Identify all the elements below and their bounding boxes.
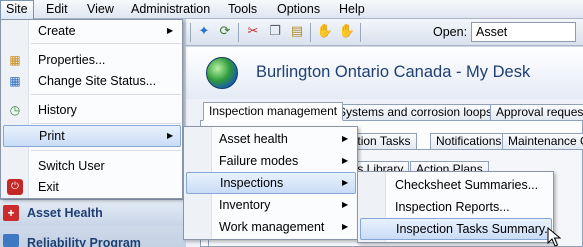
thumbs-up-icon[interactable]: ✋ (316, 23, 334, 41)
history-icon: ◷ (9, 103, 21, 117)
menu-item-label: Inspection Tasks Summary... (396, 222, 555, 236)
menu-item-label: Failure modes (219, 154, 299, 168)
menu-item-properties[interactable]: ▦ Properties... (2, 49, 181, 71)
submenu-arrow-icon: ▶ (342, 156, 349, 165)
menu-item-label: History (38, 103, 77, 117)
menu-item-label: Print (39, 129, 65, 143)
nav-reliability-program-label[interactable]: Reliability Program (27, 236, 141, 247)
star-icon[interactable]: ✦ (195, 23, 213, 41)
globe-icon (206, 57, 238, 89)
tab-inspection-management[interactable]: Inspection management (203, 102, 344, 121)
menu-separator (31, 94, 181, 95)
tab-systems-corrosion-loops[interactable]: Systems and corrosion loops (332, 104, 499, 121)
menu-separator (31, 150, 181, 151)
reliability-icon (3, 234, 19, 247)
menu-item-label: Change Site Status... (38, 74, 157, 88)
menu-item-checksheet-summaries[interactable]: Checksheet Summaries... (359, 174, 552, 196)
menu-item-label: Properties... (38, 53, 106, 67)
menu-item-label: Inspections (220, 176, 284, 190)
menu-administration[interactable]: Administration (126, 0, 215, 19)
first-aid-icon: + (3, 205, 19, 221)
inspections-submenu: Checksheet Summaries... Inspection Repor… (357, 171, 555, 243)
menu-separator (31, 43, 181, 44)
toolbar-separator (238, 23, 239, 42)
open-combobox-value: Asset (476, 25, 508, 39)
copy-icon[interactable]: ❐ (266, 23, 284, 41)
menu-item-inspection-reports[interactable]: Inspection Reports... (359, 196, 552, 218)
toolbar-separator (310, 23, 311, 42)
refresh-icon[interactable]: ⟳ (216, 23, 234, 41)
tab-approval-requests[interactable]: Approval requests (490, 104, 583, 121)
menu-item-label: Asset health (219, 132, 288, 146)
paste-icon[interactable]: ▤ (288, 23, 306, 41)
site-menu: Create ▶ ▦ Properties... ▦ Change Site S… (0, 19, 183, 199)
menu-site[interactable]: Site (0, 0, 34, 19)
exit-icon: ⏻ (7, 179, 23, 195)
desk-title: Burlington Ontario Canada - My Desk (256, 63, 531, 81)
submenu-arrow-icon: ▶ (167, 131, 174, 140)
toolbar: ✦ ⟳ ✂ ❐ ▤ ✋ ✋ Open: Asset (186, 19, 583, 46)
properties-icon: ▦ (9, 53, 21, 67)
submenu-arrow-icon: ▶ (342, 134, 349, 143)
menu-item-create[interactable]: Create ▶ (2, 20, 181, 42)
print-submenu: Asset health ▶ Failure modes ▶ Inspectio… (183, 126, 358, 240)
tab-maintenance-orders[interactable]: Maintenance Or (502, 133, 583, 150)
menu-separator (31, 123, 181, 124)
open-combobox[interactable]: Asset (471, 22, 576, 42)
menu-item-asset-health[interactable]: Asset health ▶ (185, 128, 356, 150)
status-icon: ▦ (9, 74, 21, 88)
menu-item-label: Work management (219, 220, 325, 234)
submenu-arrow-icon: ▶ (342, 200, 349, 209)
menu-item-work-management[interactable]: Work management ▶ (185, 216, 356, 238)
menu-item-history[interactable]: ◷ History (2, 99, 181, 121)
cut-icon[interactable]: ✂ (244, 23, 262, 41)
menu-item-failure-modes[interactable]: Failure modes ▶ (185, 150, 356, 172)
menu-edit[interactable]: Edit (41, 0, 73, 19)
toolbar-separator (360, 23, 361, 42)
menu-item-print[interactable]: Print ▶ (3, 125, 181, 147)
menu-item-label: Checksheet Summaries... (395, 178, 539, 192)
menu-item-label: Inventory (219, 198, 271, 212)
nav-asset-health-label[interactable]: Asset Health (27, 206, 103, 220)
submenu-arrow-icon: ▶ (342, 178, 349, 187)
tab-notifications[interactable]: Notifications (430, 133, 508, 150)
menu-item-switch-user[interactable]: Switch User (2, 155, 181, 177)
menu-item-label: Exit (38, 180, 59, 194)
submenu-arrow-icon: ▶ (342, 222, 349, 231)
menu-tools[interactable]: Tools (223, 0, 262, 19)
menu-item-exit[interactable]: ⏻ Exit (2, 176, 181, 198)
menu-item-change-site-status[interactable]: ▦ Change Site Status... (2, 70, 181, 92)
menu-item-label: Inspection Reports... (395, 200, 510, 214)
menu-help[interactable]: Help (334, 0, 370, 19)
desk-header: Burlington Ontario Canada - My Desk (186, 47, 583, 99)
toolbar-separator (190, 23, 191, 42)
menu-item-inventory[interactable]: Inventory ▶ (185, 194, 356, 216)
menu-item-inspection-tasks-summary[interactable]: Inspection Tasks Summary... (360, 218, 555, 240)
menu-options[interactable]: Options (272, 0, 325, 19)
submenu-arrow-icon: ▶ (167, 26, 174, 35)
menu-bar: Site Edit View Administration Tools Opti… (0, 0, 583, 19)
open-label: Open: (433, 25, 468, 39)
menu-item-inspections[interactable]: Inspections ▶ (186, 172, 356, 194)
thumbs-down-icon[interactable]: ✋ (338, 23, 356, 41)
menu-item-label: Create (38, 24, 76, 38)
menu-view[interactable]: View (82, 0, 119, 19)
mouse-cursor-icon (547, 227, 561, 247)
menu-item-label: Switch User (38, 159, 105, 173)
